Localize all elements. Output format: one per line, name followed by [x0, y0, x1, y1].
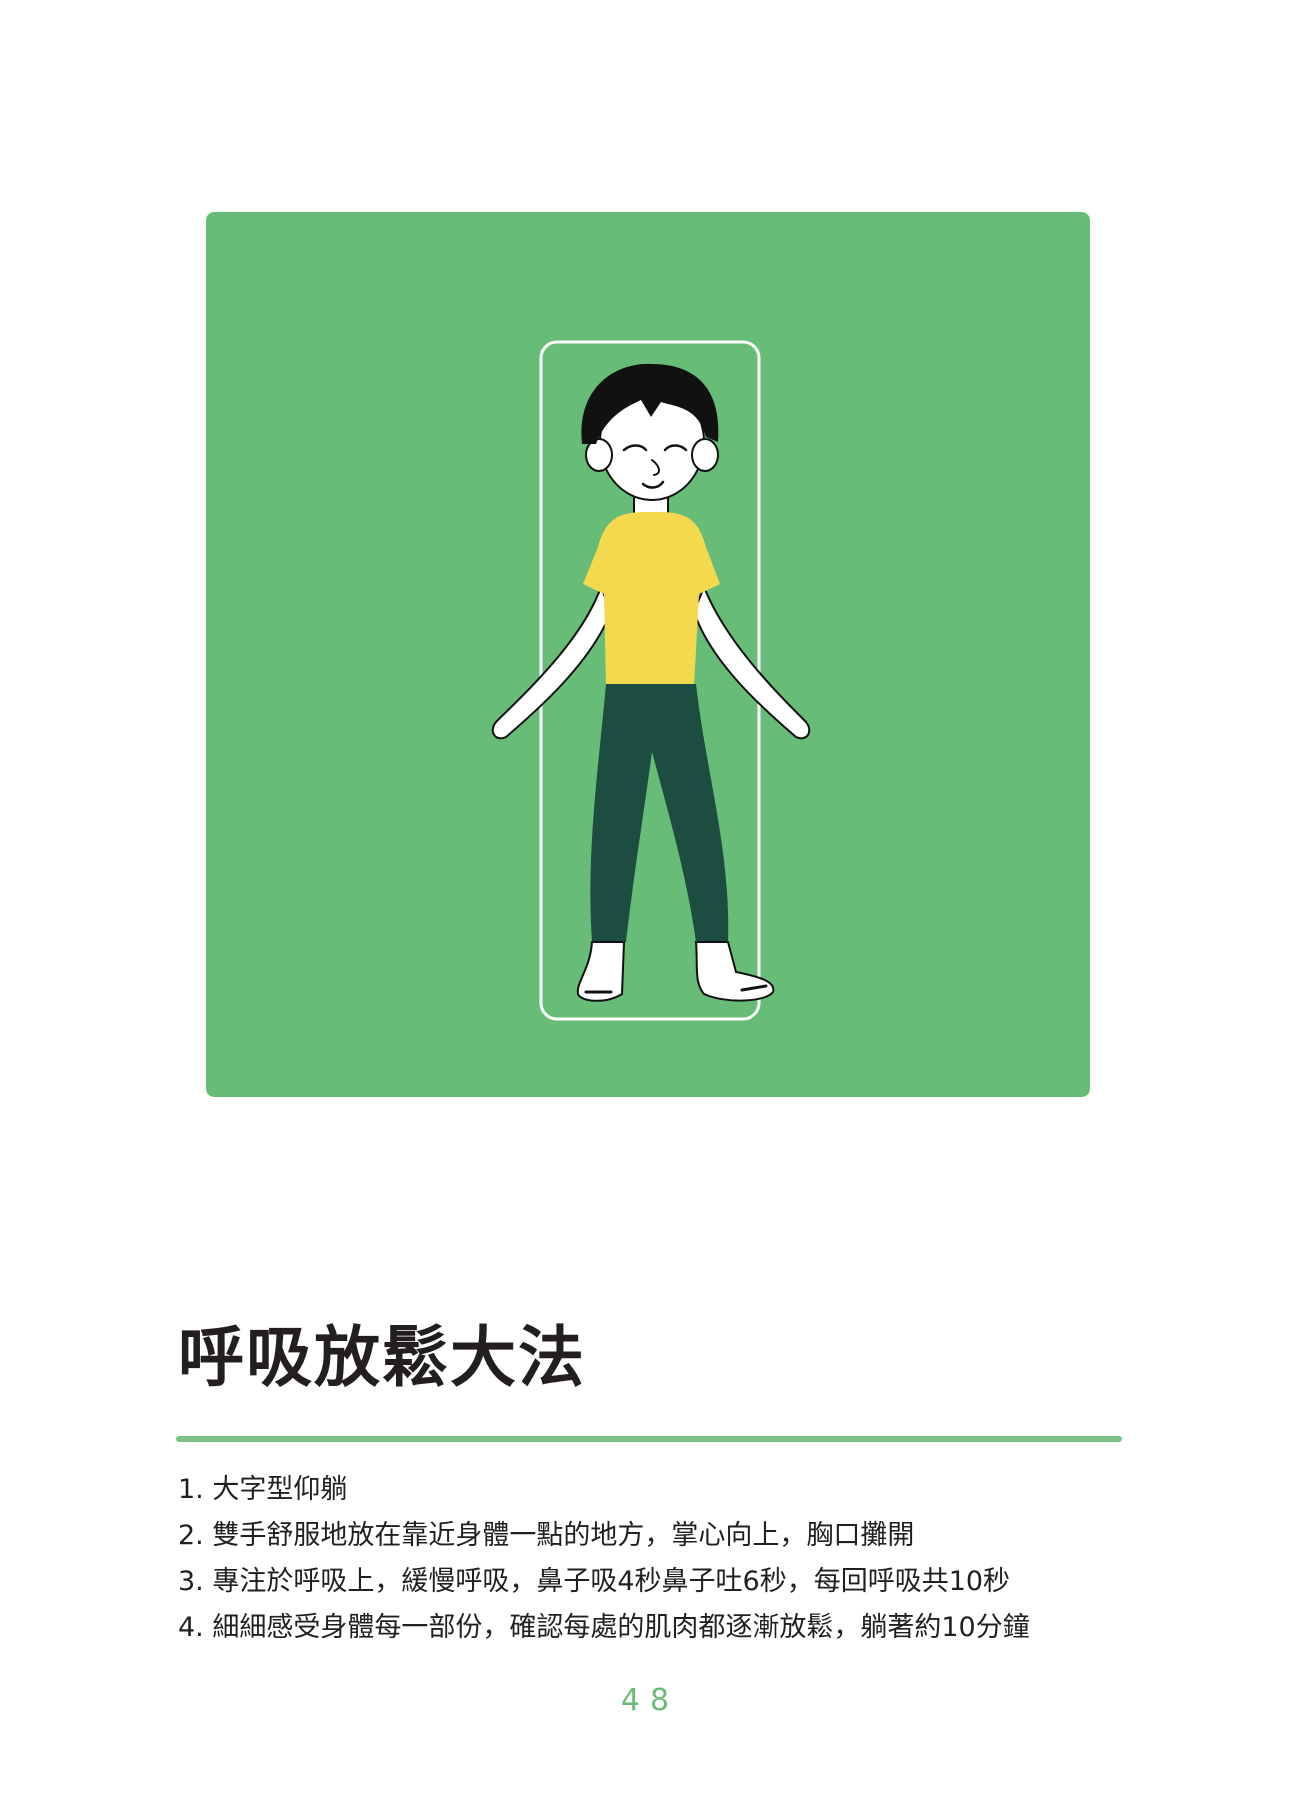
step-item-2: 2. 雙手舒服地放在靠近身體一點的地方，掌心向上，胸口攤開: [178, 1520, 915, 1551]
illustration-panel: [206, 212, 1090, 1097]
step-item-4: 4. 細細感受身體每一部份，確認每處的肌肉都逐漸放鬆，躺著約10分鐘: [178, 1612, 1030, 1643]
step-item-3: 3. 專注於呼吸上，緩慢呼吸，鼻子吸4秒鼻子吐6秒，每回呼吸共10秒: [178, 1566, 1011, 1597]
person-lying-relaxed-illustration: [206, 212, 1090, 1097]
page-title: 呼吸放鬆大法: [178, 1319, 586, 1396]
steps-list: 1. 大字型仰躺 2. 雙手舒服地放在靠近身體一點的地方，掌心向上，胸口攤開 3…: [178, 1467, 1228, 1651]
step-item-1: 1. 大字型仰躺: [178, 1474, 348, 1505]
page-number: 48: [620, 1683, 680, 1718]
title-divider: [176, 1436, 1122, 1442]
right-ear: [691, 438, 719, 472]
